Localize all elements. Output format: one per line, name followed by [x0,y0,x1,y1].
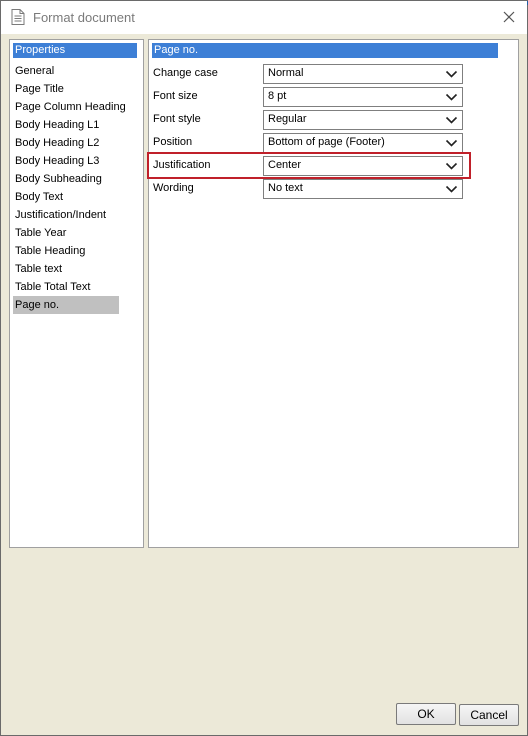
justification-select[interactable]: Center [263,156,463,176]
dialog-title: Format document [33,10,135,25]
change-case-select[interactable]: Normal [263,64,463,84]
setting-row-justification: Justification Center [147,152,509,179]
setting-row-position: Position Bottom of page (Footer) [149,133,509,153]
setting-row-font-style: Font style Regular [149,110,509,130]
setting-row-change-case: Change case Normal [149,64,509,84]
font-size-label: Font size [153,90,198,102]
settings-panel: Page no. Change case Normal Font size 8 … [147,39,519,548]
wording-label: Wording [153,182,194,194]
properties-header: Properties [13,43,137,58]
wording-select[interactable]: No text [263,179,463,199]
ok-button[interactable]: OK [396,703,456,725]
justification-value: Center [268,159,302,171]
format-document-dialog: Format document Properties General Page … [0,0,528,736]
chevron-down-icon [445,162,458,170]
property-item-body-heading-l2[interactable]: Body Heading L2 [13,134,119,152]
setting-row-font-size: Font size 8 pt [149,87,509,107]
property-item-body-text[interactable]: Body Text [13,188,119,206]
chevron-down-icon [445,139,458,147]
position-select[interactable]: Bottom of page (Footer) [263,133,463,153]
property-item-body-heading-l3[interactable]: Body Heading L3 [13,152,119,170]
document-icon [11,9,25,25]
justification-label: Justification [153,159,211,171]
chevron-down-icon [445,93,458,101]
position-value: Bottom of page (Footer) [268,136,385,148]
title-bar: Format document [1,1,527,34]
property-item-body-subheading[interactable]: Body Subheading [13,170,119,188]
property-item-table-total-text[interactable]: Table Total Text [13,278,119,296]
wording-value: No text [268,182,303,194]
property-item-table-heading[interactable]: Table Heading [13,242,119,260]
chevron-down-icon [445,70,458,78]
property-item-table-year[interactable]: Table Year [13,224,119,242]
font-style-select[interactable]: Regular [263,110,463,130]
font-style-label: Font style [153,113,201,125]
chevron-down-icon [445,185,458,193]
property-item-justification-indent[interactable]: Justification/Indent [13,206,119,224]
change-case-value: Normal [268,67,304,79]
property-item-general[interactable]: General [13,62,119,80]
property-item-body-heading-l1[interactable]: Body Heading L1 [13,116,119,134]
position-label: Position [153,136,193,148]
property-item-page-title[interactable]: Page Title [13,80,119,98]
font-size-value: 8 pt [268,90,287,102]
property-item-table-text[interactable]: Table text [13,260,119,278]
close-icon[interactable] [499,7,519,27]
cancel-button[interactable]: Cancel [459,704,519,726]
chevron-down-icon [445,116,458,124]
setting-row-wording: Wording No text [149,179,509,199]
property-item-page-no[interactable]: Page no. [13,296,119,314]
property-item-page-column-heading[interactable]: Page Column Heading [13,98,126,116]
font-size-select[interactable]: 8 pt [263,87,463,107]
properties-list: General Page Title Page Column Heading B… [13,62,141,314]
settings-header: Page no. [152,43,498,58]
properties-panel: Properties General Page Title Page Colum… [9,39,144,548]
change-case-label: Change case [153,67,218,79]
font-style-value: Regular [268,113,307,125]
